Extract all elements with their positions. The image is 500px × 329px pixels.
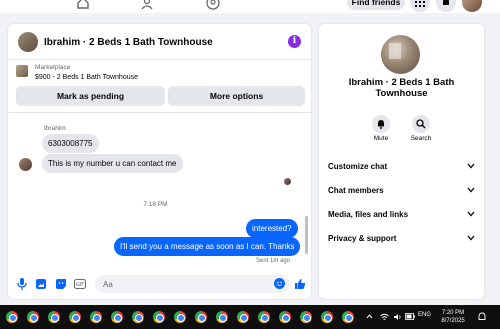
scrollbar[interactable] bbox=[305, 216, 308, 254]
thumbs-up-icon[interactable] bbox=[294, 278, 306, 290]
taskbar: ENG 7:20 PM 8/7/2025 bbox=[0, 305, 500, 329]
menu-grid-button[interactable] bbox=[410, 0, 430, 12]
divider bbox=[8, 112, 311, 113]
sticker-icon[interactable] bbox=[55, 278, 67, 290]
clock-date: 8/7/2025 bbox=[441, 318, 465, 324]
chrome-icon[interactable] bbox=[258, 311, 270, 323]
more-options-button[interactable]: More options bbox=[168, 86, 305, 106]
chrome-icon[interactable] bbox=[48, 311, 60, 323]
listing-price-title[interactable]: $900 - 2 Beds 1 Bath Townhouse bbox=[35, 74, 138, 81]
chevron-down-icon bbox=[467, 187, 475, 193]
sent-status: Sent 1m ago bbox=[256, 258, 291, 264]
menu-item-label: Media, files and links bbox=[328, 209, 409, 219]
account-avatar[interactable] bbox=[462, 0, 482, 12]
chrome-icon[interactable] bbox=[90, 311, 102, 323]
chrome-icon[interactable] bbox=[69, 311, 81, 323]
sender-avatar[interactable] bbox=[19, 158, 32, 171]
chat-header: Ibrahim · 2 Beds 1 Bath Townhouse i bbox=[8, 24, 311, 60]
chrome-icon[interactable] bbox=[132, 311, 144, 323]
menu-item-label: Privacy & support bbox=[328, 233, 397, 243]
search-icon bbox=[416, 119, 426, 129]
seen-indicator-avatar bbox=[284, 178, 291, 185]
search-label: Search bbox=[410, 135, 432, 142]
marketplace-listing-thumbnail[interactable] bbox=[16, 65, 28, 77]
outgoing-message[interactable]: I'll send you a message as soon as I can… bbox=[114, 237, 301, 256]
microphone-icon[interactable] bbox=[16, 278, 28, 290]
friends-icon[interactable] bbox=[141, 0, 155, 10]
privacy-support-item[interactable]: Privacy & support bbox=[328, 229, 475, 247]
chat-members-item[interactable]: Chat members bbox=[328, 181, 475, 199]
incoming-message[interactable]: 6303008775 bbox=[42, 134, 99, 153]
profile-icon[interactable] bbox=[206, 0, 220, 10]
sender-name: Ibrahim bbox=[44, 125, 66, 132]
photo-icon[interactable] bbox=[35, 278, 47, 290]
chat-panel: Ibrahim · 2 Beds 1 Bath Townhouse i Mark… bbox=[8, 24, 311, 299]
grid-icon bbox=[415, 1, 425, 7]
listing-thumbnail[interactable] bbox=[18, 32, 38, 52]
bell-icon bbox=[378, 120, 384, 129]
chrome-icon[interactable] bbox=[300, 311, 312, 323]
message-composer: GIF bbox=[8, 272, 311, 299]
menu-item-label: Chat members bbox=[328, 185, 384, 195]
chrome-icon[interactable] bbox=[153, 311, 165, 323]
mark-as-pending-button[interactable]: Mark as pending bbox=[16, 86, 165, 106]
chrome-icon[interactable] bbox=[195, 311, 207, 323]
notification-center-icon[interactable] bbox=[477, 312, 487, 322]
listing-avatar[interactable] bbox=[381, 35, 420, 74]
clock-time: 7:20 PM bbox=[441, 310, 465, 316]
chrome-icon[interactable] bbox=[342, 311, 354, 323]
message-input[interactable] bbox=[95, 275, 290, 293]
chat-title[interactable]: Ibrahim · 2 Beds 1 Bath Townhouse bbox=[44, 37, 213, 48]
chrome-icon[interactable] bbox=[111, 311, 123, 323]
notifications-button[interactable] bbox=[436, 0, 456, 12]
bell-icon bbox=[443, 0, 449, 5]
info-icon[interactable]: i bbox=[288, 35, 301, 48]
chrome-icon[interactable] bbox=[6, 311, 18, 323]
incoming-message[interactable]: This is my number u can contact me bbox=[42, 154, 183, 173]
conversation-details-panel: Ibrahim · 2 Beds 1 Bath Townhouse Mute S… bbox=[319, 24, 484, 299]
marketplace-label: Marketplace bbox=[35, 64, 71, 71]
media-files-links-item[interactable]: Media, files and links bbox=[328, 205, 475, 223]
clock[interactable]: 7:20 PM 8/7/2025 bbox=[436, 309, 470, 325]
chrome-icon[interactable] bbox=[279, 311, 291, 323]
chevron-up-icon[interactable] bbox=[366, 314, 373, 319]
chevron-down-icon bbox=[467, 211, 475, 217]
language-indicator[interactable]: ENG bbox=[418, 312, 431, 318]
message-timestamp: 7:18 PM bbox=[143, 201, 168, 208]
mute-label: Mute bbox=[373, 135, 389, 142]
chevron-down-icon bbox=[467, 163, 475, 169]
search-button[interactable]: Search bbox=[403, 115, 439, 142]
home-icon[interactable] bbox=[76, 0, 90, 10]
chrome-icon[interactable] bbox=[216, 311, 228, 323]
customize-chat-item[interactable]: Customize chat bbox=[328, 157, 475, 175]
chrome-icon[interactable] bbox=[27, 311, 39, 323]
outgoing-message[interactable]: interested? bbox=[246, 219, 298, 238]
emoji-icon[interactable] bbox=[274, 278, 285, 289]
chevron-down-icon bbox=[467, 235, 475, 241]
gif-icon[interactable]: GIF bbox=[74, 278, 86, 290]
chrome-icon[interactable] bbox=[321, 311, 333, 323]
chrome-icon[interactable] bbox=[174, 311, 186, 323]
volume-icon[interactable] bbox=[393, 313, 402, 321]
wifi-icon[interactable] bbox=[380, 313, 389, 321]
battery-icon[interactable] bbox=[405, 313, 415, 320]
find-friends-button[interactable]: Find friends bbox=[347, 0, 405, 10]
mute-button[interactable]: Mute bbox=[363, 115, 399, 142]
conversation-name: Ibrahim · 2 Beds 1 Bath Townhouse bbox=[348, 77, 455, 99]
svg-text:GIF: GIF bbox=[76, 282, 84, 288]
menu-item-label: Customize chat bbox=[328, 161, 388, 171]
chrome-icon[interactable] bbox=[237, 311, 249, 323]
top-navigation: Find friends bbox=[0, 0, 500, 13]
